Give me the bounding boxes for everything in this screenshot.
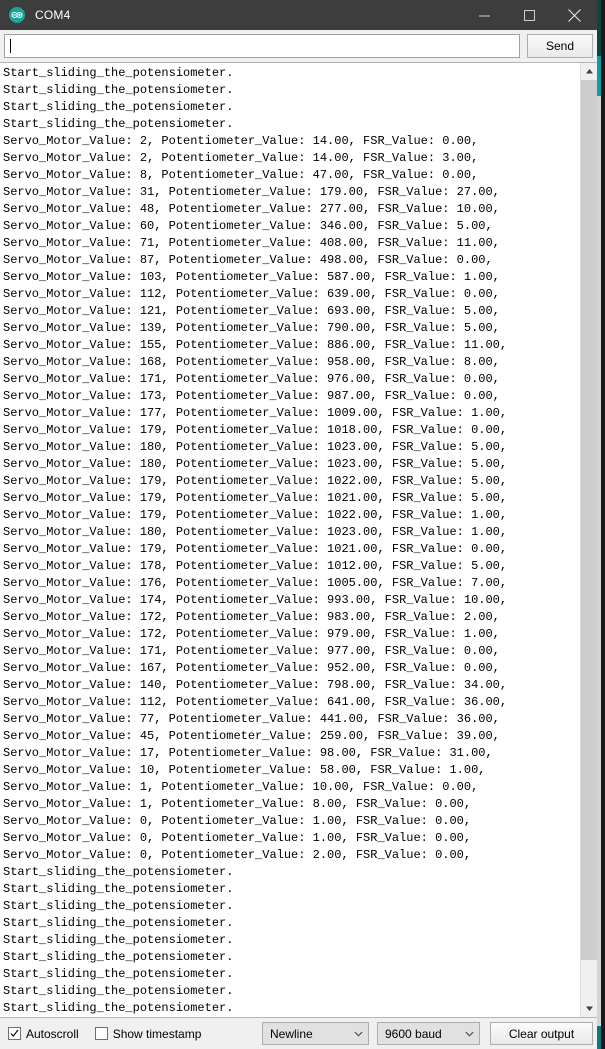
console-line: Servo_Motor_Value: 2, Potentiometer_Valu…	[3, 151, 479, 165]
console-line: Servo_Motor_Value: 179, Potentiometer_Va…	[3, 423, 508, 437]
console-line: Servo_Motor_Value: 180, Potentiometer_Va…	[3, 457, 508, 471]
console-line: Servo_Motor_Value: 45, Potentiometer_Val…	[3, 729, 500, 743]
console-line: Servo_Motor_Value: 179, Potentiometer_Va…	[3, 508, 508, 522]
window-title: COM4	[35, 8, 71, 22]
console-line: Servo_Motor_Value: 174, Potentiometer_Va…	[3, 593, 508, 607]
console-line: Servo_Motor_Value: 167, Potentiometer_Va…	[3, 661, 500, 675]
console-line: Start_sliding_the_potensiometer.	[3, 66, 234, 80]
title-bar[interactable]: COM4	[0, 0, 597, 30]
console-area: Start_sliding_the_potensiometer. Start_sl…	[0, 62, 597, 1018]
show-timestamp-checkbox-row[interactable]: Show timestamp	[94, 1026, 202, 1041]
console-line: Servo_Motor_Value: 87, Potentiometer_Val…	[3, 253, 493, 267]
show-timestamp-checkbox[interactable]	[94, 1027, 108, 1040]
console-line: Servo_Motor_Value: 177, Potentiometer_Va…	[3, 406, 508, 420]
console-line: Servo_Motor_Value: 171, Potentiometer_Va…	[3, 644, 500, 658]
console-line: Servo_Motor_Value: 0, Potentiometer_Valu…	[3, 814, 472, 828]
console-line: Start_sliding_the_potensiometer.	[3, 916, 234, 930]
scroll-up-button[interactable]	[581, 63, 597, 80]
console-line: Servo_Motor_Value: 168, Potentiometer_Va…	[3, 355, 500, 369]
scrollbar-track[interactable]	[581, 80, 597, 1000]
console-line: Servo_Motor_Value: 139, Potentiometer_Va…	[3, 321, 500, 335]
line-ending-value: Newline	[270, 1026, 313, 1041]
backdrop-right-edge	[601, 0, 605, 1049]
console-line: Servo_Motor_Value: 176, Potentiometer_Va…	[3, 576, 508, 590]
console-line: Servo_Motor_Value: 31, Potentiometer_Val…	[3, 185, 500, 199]
console-line: Servo_Motor_Value: 171, Potentiometer_Va…	[3, 372, 500, 386]
console-line: Servo_Motor_Value: 112, Potentiometer_Va…	[3, 695, 508, 709]
send-row: Send	[0, 30, 597, 62]
console-line: Servo_Motor_Value: 180, Potentiometer_Va…	[3, 525, 508, 539]
console-line: Start_sliding_the_potensiometer.	[3, 117, 234, 131]
console-line: Start_sliding_the_potensiometer.	[3, 967, 234, 981]
console-line: Servo_Motor_Value: 140, Potentiometer_Va…	[3, 678, 508, 692]
scrollbar-thumb[interactable]	[581, 80, 597, 960]
console-line: Servo_Motor_Value: 48, Potentiometer_Val…	[3, 202, 500, 216]
console-line: Servo_Motor_Value: 71, Potentiometer_Val…	[3, 236, 500, 250]
serial-output[interactable]: Start_sliding_the_potensiometer. Start_sl…	[0, 63, 580, 1017]
console-line: Servo_Motor_Value: 172, Potentiometer_Va…	[3, 610, 500, 624]
autoscroll-checkbox[interactable]	[8, 1027, 21, 1040]
console-line: Servo_Motor_Value: 180, Potentiometer_Va…	[3, 440, 508, 454]
autoscroll-label: Autoscroll	[26, 1026, 79, 1041]
text-caret	[10, 39, 11, 53]
console-line: Servo_Motor_Value: 8, Potentiometer_Valu…	[3, 168, 479, 182]
console-line: Start_sliding_the_potensiometer.	[3, 950, 234, 964]
console-line: Servo_Motor_Value: 0, Potentiometer_Valu…	[3, 848, 472, 862]
console-line: Servo_Motor_Value: 0, Potentiometer_Valu…	[3, 831, 472, 845]
maximize-button[interactable]	[507, 0, 552, 30]
chevron-down-icon	[348, 1031, 368, 1037]
line-ending-select[interactable]: Newline	[262, 1022, 369, 1045]
arduino-logo-icon	[9, 7, 25, 23]
serial-monitor-window: COM4 Send Start_sliding_the_potensiomete…	[0, 0, 597, 1049]
console-line: Servo_Motor_Value: 155, Potentiometer_Va…	[3, 338, 508, 352]
console-line: Start_sliding_the_potensiometer.	[3, 100, 234, 114]
console-line: Start_sliding_the_potensiometer.	[3, 882, 234, 896]
send-button[interactable]: Send	[527, 34, 593, 58]
clear-output-button[interactable]: Clear output	[490, 1022, 593, 1045]
console-line: Servo_Motor_Value: 121, Potentiometer_Va…	[3, 304, 500, 318]
console-line: Servo_Motor_Value: 2, Potentiometer_Valu…	[3, 134, 479, 148]
console-line: Start_sliding_the_potensiometer.	[3, 83, 234, 97]
console-line: Start_sliding_the_potensiometer.	[3, 933, 234, 947]
minimize-button[interactable]	[462, 0, 507, 30]
autoscroll-checkbox-row[interactable]: Autoscroll	[8, 1027, 79, 1041]
console-line: Servo_Motor_Value: 1, Potentiometer_Valu…	[3, 797, 472, 811]
scroll-down-button[interactable]	[581, 1000, 597, 1017]
status-bar: Autoscroll Show timestamp Newline 9600 b…	[0, 1018, 597, 1049]
show-timestamp-label: Show timestamp	[112, 1026, 202, 1041]
console-line: Start_sliding_the_potensiometer.	[3, 899, 234, 913]
console-line: Start_sliding_the_potensiometer.	[3, 984, 234, 998]
console-line: Servo_Motor_Value: 112, Potentiometer_Va…	[3, 287, 500, 301]
console-line: Servo_Motor_Value: 17, Potentiometer_Val…	[3, 746, 493, 760]
console-line: Servo_Motor_Value: 77, Potentiometer_Val…	[3, 712, 500, 726]
check-icon	[10, 1029, 19, 1037]
chevron-down-icon	[459, 1031, 479, 1037]
console-line: Servo_Motor_Value: 1, Potentiometer_Valu…	[3, 780, 479, 794]
console-line: Servo_Motor_Value: 60, Potentiometer_Val…	[3, 219, 493, 233]
console-line: Servo_Motor_Value: 10, Potentiometer_Val…	[3, 763, 486, 777]
console-line: Servo_Motor_Value: 173, Potentiometer_Va…	[3, 389, 500, 403]
console-line: Servo_Motor_Value: 179, Potentiometer_Va…	[3, 542, 508, 556]
baud-rate-select[interactable]: 9600 baud	[377, 1022, 480, 1045]
close-button[interactable]	[552, 0, 597, 30]
console-line: Servo_Motor_Value: 179, Potentiometer_Va…	[3, 474, 508, 488]
console-line: Servo_Motor_Value: 178, Potentiometer_Va…	[3, 559, 508, 573]
console-line: Servo_Motor_Value: 103, Potentiometer_Va…	[3, 270, 500, 284]
console-line: Start_sliding_the_potensiometer.	[3, 865, 234, 879]
console-line: Servo_Motor_Value: 172, Potentiometer_Va…	[3, 627, 500, 641]
console-line: Servo_Motor_Value: 179, Potentiometer_Va…	[3, 491, 508, 505]
baud-rate-value: 9600 baud	[385, 1026, 442, 1041]
vertical-scrollbar[interactable]	[580, 63, 597, 1017]
console-line: Start_sliding_the_potensiometer.	[3, 1001, 234, 1015]
serial-send-input[interactable]	[4, 34, 520, 58]
